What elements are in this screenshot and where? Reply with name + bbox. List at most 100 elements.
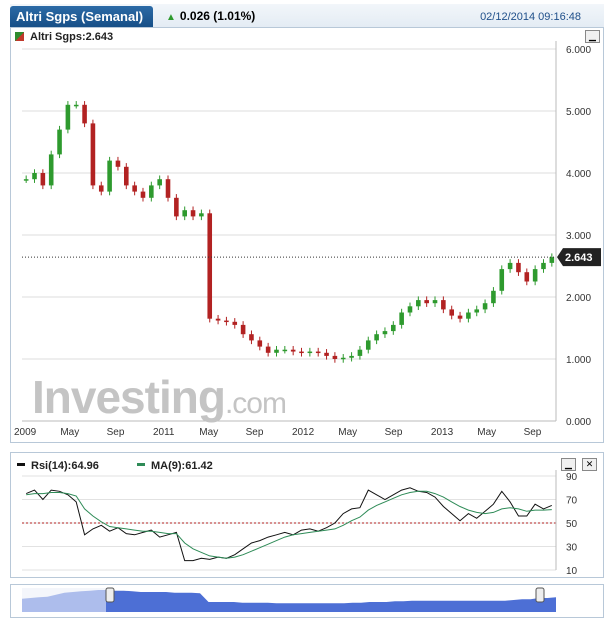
up-arrow-icon: ▲ (166, 12, 176, 23)
candle (299, 351, 304, 354)
x-tick-label: Sep (524, 427, 542, 438)
candle (365, 340, 371, 350)
navigator-mask (22, 588, 106, 612)
y-tick-label: 90 (566, 472, 578, 483)
candle (441, 300, 446, 310)
candle (549, 257, 555, 263)
candle (57, 129, 62, 155)
candle (466, 312, 471, 319)
x-tick-label: May (60, 427, 79, 438)
x-tick-label: Sep (107, 427, 125, 438)
candle (524, 272, 530, 282)
candle (282, 349, 288, 352)
candle (374, 334, 379, 341)
candle (307, 351, 313, 354)
y-tick-label: 50 (566, 519, 578, 530)
candle (73, 104, 79, 107)
candle (174, 197, 179, 217)
candle (90, 123, 96, 186)
candle (82, 104, 87, 124)
candle (140, 191, 146, 198)
candle (432, 300, 438, 304)
candle (340, 357, 346, 360)
timestamp: 02/12/2014 09:16:48 (480, 11, 581, 23)
candle (107, 160, 112, 192)
x-tick-label: 2011 (153, 427, 175, 438)
y-tick-label: 10 (566, 566, 578, 577)
candle (224, 320, 229, 323)
y-tick-label: 2.000 (566, 293, 591, 304)
candle (98, 185, 104, 192)
candle (215, 318, 221, 321)
candle (357, 349, 363, 356)
candle (190, 210, 196, 217)
candle (32, 173, 37, 180)
candle (232, 321, 238, 325)
candle (315, 351, 321, 354)
candle (165, 179, 171, 198)
x-tick-label: 2012 (292, 427, 315, 438)
candle (499, 269, 505, 291)
candle (249, 334, 254, 341)
candle (449, 309, 454, 316)
candle (257, 340, 263, 347)
candle (424, 300, 429, 304)
y-tick-label: 4.000 (566, 169, 591, 180)
candle (324, 352, 329, 356)
candle (416, 300, 421, 307)
candle (382, 331, 388, 335)
candle (115, 160, 121, 167)
x-tick-label: Sep (385, 427, 403, 438)
candle (532, 269, 538, 282)
watermark: Investing.com (32, 371, 286, 423)
candle (40, 173, 46, 186)
candle (541, 262, 546, 270)
candle (157, 179, 162, 186)
ma-line (26, 490, 552, 559)
y-tick-label: 30 (566, 543, 578, 554)
candle (199, 213, 204, 217)
rsi-chart: 90 70 50 30 10 (22, 470, 578, 577)
y-tick-label: 5.000 (566, 107, 591, 118)
price-change: ▲ 0.026 (1.01%) (166, 9, 255, 23)
candle (482, 303, 488, 310)
svg-text:2.643: 2.643 (565, 252, 593, 264)
candle (507, 262, 513, 270)
candle (332, 355, 338, 359)
y-tick-label: 3.000 (566, 231, 591, 242)
candle (391, 324, 396, 332)
price-change-value: 0.026 (1.01%) (179, 9, 256, 23)
candle (240, 324, 246, 335)
candle (265, 346, 271, 353)
navigator-left-handle[interactable] (105, 587, 115, 603)
candle (474, 309, 480, 313)
candle (132, 185, 137, 192)
candle (349, 355, 354, 358)
x-tick-label: Sep (246, 427, 264, 438)
navigator-right-handle[interactable] (535, 587, 545, 603)
y-tick-label: 0.000 (566, 417, 591, 428)
candle (399, 312, 404, 325)
candle (149, 185, 154, 198)
candle (516, 262, 521, 273)
y-tick-label: 1.000 (566, 355, 591, 366)
x-tick-label: May (199, 427, 218, 438)
y-tick-label: 6.000 (566, 45, 591, 56)
candle (491, 290, 496, 304)
candle (274, 349, 279, 353)
x-tick-label: 2013 (431, 427, 454, 438)
candle (48, 154, 54, 186)
price-chart: Investing.com 6.000 5.000 4.000 3.000 2.000 1… (14, 41, 601, 438)
navigator-chart[interactable] (10, 584, 603, 617)
candle (23, 179, 29, 181)
chart-title: Altri Sgps (Semanal) (10, 6, 154, 27)
candle (457, 315, 463, 319)
x-tick-label: May (338, 427, 357, 438)
x-tick-label: 2009 (14, 427, 37, 438)
candle (207, 213, 213, 319)
candle (124, 166, 129, 186)
last-price-badge: 2.643 (557, 248, 601, 267)
candle (182, 210, 187, 217)
x-tick-label: May (477, 427, 496, 438)
candle (407, 306, 413, 313)
